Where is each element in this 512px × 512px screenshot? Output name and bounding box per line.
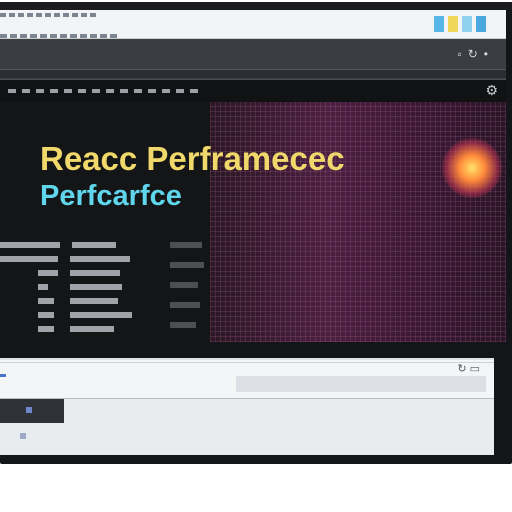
bottom-toolbar: ↻ ▭ (0, 358, 494, 398)
window-titlebar (0, 10, 506, 39)
status-panel (0, 399, 64, 423)
code-line (38, 326, 54, 332)
code-line (70, 312, 132, 318)
code-line (170, 302, 200, 308)
status-indicator (20, 433, 26, 439)
code-line (38, 298, 54, 304)
code-line (70, 270, 120, 276)
color-swatch (476, 16, 486, 32)
status-marker (0, 374, 6, 377)
code-line (170, 322, 196, 328)
code-line (70, 284, 122, 290)
code-line (70, 326, 114, 332)
address-bar: ▫↻• (0, 39, 506, 80)
divider (0, 362, 494, 363)
code-line (70, 256, 130, 262)
status-bar (0, 398, 494, 455)
gear-icon[interactable]: ⚙ (485, 82, 498, 99)
tab-strip[interactable] (0, 69, 506, 78)
menu-items[interactable] (8, 89, 198, 93)
main-content (0, 102, 506, 342)
code-line (170, 262, 204, 268)
page-subtitle: Perfcarfce (40, 180, 182, 212)
color-swatch (462, 16, 472, 32)
code-line (70, 298, 118, 304)
hotspot-glow (442, 138, 502, 198)
menu-strip: ⚙ (0, 80, 506, 102)
code-line (170, 242, 202, 248)
monitor-bezel (0, 2, 512, 10)
code-line (0, 242, 60, 248)
titlebar-tabs[interactable] (0, 34, 120, 38)
color-swatch (434, 16, 444, 32)
code-line (0, 256, 58, 262)
code-line (170, 282, 198, 288)
code-line (38, 284, 48, 290)
color-swatch (448, 16, 458, 32)
code-line (38, 312, 54, 318)
page-title: Reacc Perframecec (40, 140, 345, 177)
monitor-frame: ▫↻• ⚙ Reacc Perframecec Perfcarfce ↻ ▭ (0, 2, 512, 464)
titlebar-menu-strip (0, 13, 96, 17)
code-panel (0, 102, 210, 342)
code-line (38, 270, 58, 276)
search-input[interactable] (236, 376, 486, 392)
status-indicator (26, 407, 32, 413)
window-controls[interactable]: ▫↻• (440, 47, 494, 61)
refresh-icon[interactable]: ↻ ▭ (457, 362, 480, 375)
performance-flamegraph[interactable] (210, 102, 506, 342)
code-line (72, 242, 116, 248)
